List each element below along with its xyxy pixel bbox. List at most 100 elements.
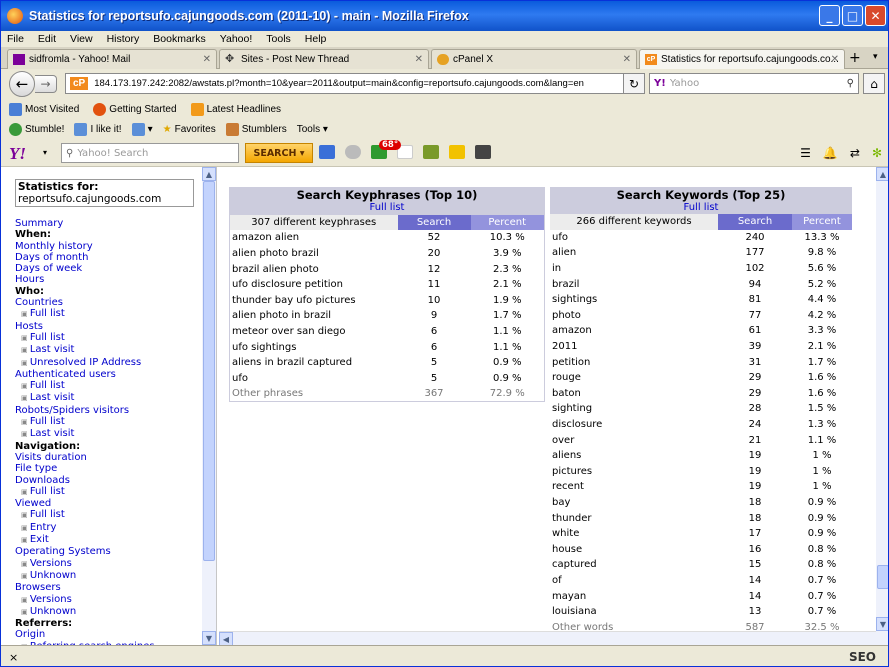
- menu-link[interactable]: Robots/Spiders visitors: [15, 405, 155, 416]
- url-bar[interactable]: cP 184.173.197.242:2082/awstats.pl?month…: [65, 73, 645, 94]
- dislike-button[interactable]: ▾: [131, 122, 153, 136]
- search-input[interactable]: Y! Yahoo ⚲: [649, 73, 859, 94]
- menu-link[interactable]: Last visit: [15, 392, 155, 404]
- stumble-button[interactable]: Stumble!: [9, 122, 64, 136]
- new-tab-icon[interactable]: +: [849, 50, 861, 66]
- tab-list-icon[interactable]: ▾: [873, 52, 878, 62]
- back-button[interactable]: ←: [9, 71, 35, 97]
- yahoo-logo[interactable]: Y!: [9, 144, 26, 164]
- menu-link[interactable]: Hosts: [15, 321, 155, 332]
- close-button[interactable]: ✕: [865, 5, 886, 26]
- toolbar-menu-icon[interactable]: ☰: [800, 146, 811, 160]
- scroll-up-icon[interactable]: ▲: [202, 167, 216, 181]
- scroll-thumb[interactable]: [877, 565, 888, 589]
- right-scrollbar[interactable]: ▲ ▼: [876, 167, 888, 645]
- chevron-down-icon[interactable]: ▾: [43, 148, 47, 157]
- menu-link[interactable]: Full list: [15, 416, 155, 428]
- bookmark-most-visited[interactable]: Most Visited: [9, 102, 79, 116]
- forward-button[interactable]: →: [35, 75, 57, 93]
- seo-icon[interactable]: SEO: [849, 650, 876, 664]
- menu-link[interactable]: Viewed: [15, 498, 155, 509]
- favorites-button[interactable]: ★ Favorites: [163, 124, 216, 135]
- menu-edit[interactable]: Edit: [38, 33, 56, 45]
- percent-cell: 0.9 %: [492, 372, 522, 384]
- menu-tools[interactable]: Tools: [266, 33, 291, 45]
- menu-link[interactable]: Monthly history: [15, 241, 155, 252]
- home-button[interactable]: ⌂: [863, 73, 885, 94]
- left-scrollbar[interactable]: ▲ ▼: [202, 167, 216, 645]
- menu-link[interactable]: Authenticated users: [15, 369, 155, 380]
- menu-link[interactable]: Days of month: [15, 252, 155, 263]
- full-list-link[interactable]: Full list: [229, 202, 545, 213]
- bookmark-latest-headlines[interactable]: Latest Headlines: [190, 102, 281, 116]
- menu-link[interactable]: Entry: [15, 522, 155, 534]
- tab-sites[interactable]: ✥ Sites - Post New Thread ✕: [219, 49, 429, 69]
- menu-file[interactable]: File: [7, 33, 24, 45]
- menu-link[interactable]: Full list: [15, 509, 155, 521]
- menu-link[interactable]: Operating Systems: [15, 546, 155, 557]
- bell-icon[interactable]: 🔔: [823, 146, 838, 160]
- weather-icon[interactable]: [345, 145, 361, 159]
- menu-section-heading: When:: [15, 229, 52, 241]
- close-icon[interactable]: ×: [9, 651, 18, 664]
- scroll-down-icon[interactable]: ▼: [876, 617, 888, 631]
- tools-button[interactable]: Tools ▾: [297, 124, 328, 135]
- menu-link[interactable]: Full list: [15, 308, 155, 320]
- menu-link[interactable]: Summary: [15, 218, 155, 229]
- swap-icon[interactable]: ⇄: [850, 146, 860, 160]
- stumblers-button[interactable]: Stumblers: [225, 122, 287, 136]
- menu-link[interactable]: Full list: [15, 332, 155, 344]
- gear-icon[interactable]: ✻: [872, 146, 882, 160]
- reload-button[interactable]: ↻: [623, 73, 645, 94]
- tab-yahoo-mail[interactable]: sidfromla - Yahoo! Mail ✕: [7, 49, 217, 69]
- scroll-down-icon[interactable]: ▼: [202, 631, 216, 645]
- answers-icon[interactable]: [449, 145, 465, 159]
- horizontal-scrollbar[interactable]: ◀: [219, 631, 876, 646]
- maximize-button[interactable]: □: [842, 5, 863, 26]
- menu-yahoo[interactable]: Yahoo!: [220, 33, 253, 45]
- scroll-up-icon[interactable]: ▲: [876, 167, 888, 181]
- menu-link[interactable]: Days of week: [15, 263, 155, 274]
- scroll-thumb[interactable]: [203, 181, 215, 561]
- menu-link[interactable]: Exit: [15, 534, 155, 546]
- yahoo-search-button[interactable]: SEARCH ▾: [245, 143, 313, 163]
- menu-link[interactable]: Full list: [15, 486, 155, 498]
- menu-link[interactable]: Unknown: [15, 570, 155, 582]
- close-icon[interactable]: ✕: [831, 54, 839, 65]
- close-icon[interactable]: ✕: [203, 54, 211, 65]
- menu-bookmarks[interactable]: Bookmarks: [153, 33, 206, 45]
- menu-link[interactable]: Last visit: [15, 428, 155, 440]
- menu-link[interactable]: Visits duration: [15, 452, 155, 463]
- menu-link[interactable]: Unresolved IP Address: [15, 357, 155, 369]
- menu-link[interactable]: File type: [15, 463, 155, 474]
- menu-link[interactable]: Origin: [15, 629, 155, 640]
- menu-link[interactable]: Unknown: [15, 606, 155, 618]
- mail-icon[interactable]: [319, 145, 335, 159]
- menu-link[interactable]: Countries: [15, 297, 155, 308]
- menu-link[interactable]: Downloads: [15, 475, 155, 486]
- scroll-left-icon[interactable]: ◀: [219, 632, 233, 646]
- like-button[interactable]: I like it!: [74, 122, 122, 136]
- menu-link[interactable]: Full list: [15, 380, 155, 392]
- games-icon[interactable]: [423, 145, 439, 159]
- yahoo-search-input[interactable]: ⚲ Yahoo! Search: [61, 143, 239, 163]
- menu-link[interactable]: Browsers: [15, 582, 155, 593]
- tab-statistics[interactable]: cP Statistics for reportsufo.cajungoods.…: [639, 49, 845, 69]
- menu-history[interactable]: History: [107, 33, 140, 45]
- music-icon[interactable]: [475, 145, 491, 159]
- close-icon[interactable]: ✕: [623, 54, 631, 65]
- menu-link[interactable]: Versions: [15, 594, 155, 606]
- search-icon[interactable]: ⚲: [847, 78, 854, 89]
- full-list-link[interactable]: Full list: [550, 202, 852, 213]
- menu-link[interactable]: Last visit: [15, 344, 155, 356]
- bookmark-getting-started[interactable]: Getting Started: [93, 102, 177, 116]
- menu-view[interactable]: View: [70, 33, 93, 45]
- menu-link[interactable]: Hours: [15, 274, 155, 285]
- percent-cell: 0.7 %: [807, 606, 837, 618]
- menu-link[interactable]: Versions: [15, 558, 155, 570]
- minimize-button[interactable]: _: [819, 5, 840, 26]
- menu-help[interactable]: Help: [305, 33, 327, 45]
- table-row: ufo sightings 6 1.1 %: [230, 339, 545, 355]
- close-icon[interactable]: ✕: [415, 54, 423, 65]
- tab-cpanel[interactable]: cPanel X ✕: [431, 49, 637, 69]
